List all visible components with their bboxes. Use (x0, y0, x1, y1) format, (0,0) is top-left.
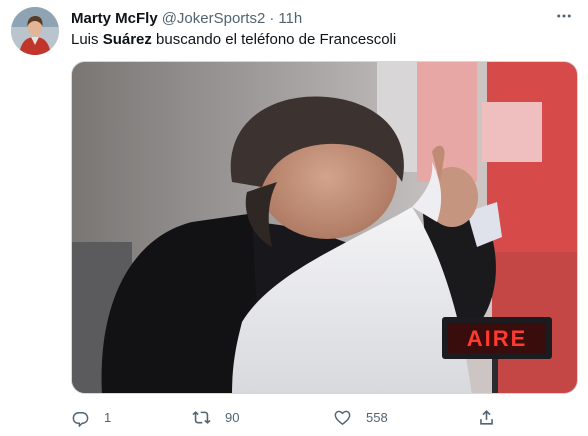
tweet-card[interactable]: Marty McFly @JokerSports2 · 11h Luis Suá… (0, 0, 588, 436)
tweet-text-part: buscando el teléfono de Francescoli (151, 31, 397, 48)
timestamp[interactable]: 11h (278, 10, 302, 27)
display-name[interactable]: Marty McFly (71, 10, 158, 27)
media-overlay-text: AIRE (466, 326, 528, 351)
tweet-text: Luis Suárez buscando el teléfono de Fran… (71, 30, 396, 50)
heart-icon (334, 410, 351, 425)
user-handle[interactable]: @JokerSports2 (162, 10, 266, 27)
reply-count: 1 (104, 409, 112, 425)
retweet-icon (192, 410, 211, 424)
share-button[interactable] (477, 402, 496, 432)
avatar[interactable] (11, 7, 59, 55)
more-dots-icon[interactable] (552, 6, 576, 26)
share-icon (480, 409, 493, 425)
tweet-text-part: Luis (71, 31, 103, 48)
reply-icon (72, 411, 89, 427)
tweet-media[interactable]: AIRE (71, 61, 578, 394)
separator-dot: · (269, 9, 275, 27)
retweet-count: 90 (225, 409, 240, 425)
tweet-header: Marty McFly @JokerSports2 · 11h (71, 8, 302, 28)
avatar-image (11, 7, 59, 55)
tweet-text-bold: Suárez (102, 31, 152, 48)
like-button[interactable]: 558 (333, 402, 388, 432)
reply-button[interactable]: 1 (71, 402, 111, 432)
retweet-button[interactable]: 90 (192, 402, 239, 432)
like-count: 558 (366, 409, 388, 425)
action-bar: 1 90 558 (71, 402, 511, 432)
